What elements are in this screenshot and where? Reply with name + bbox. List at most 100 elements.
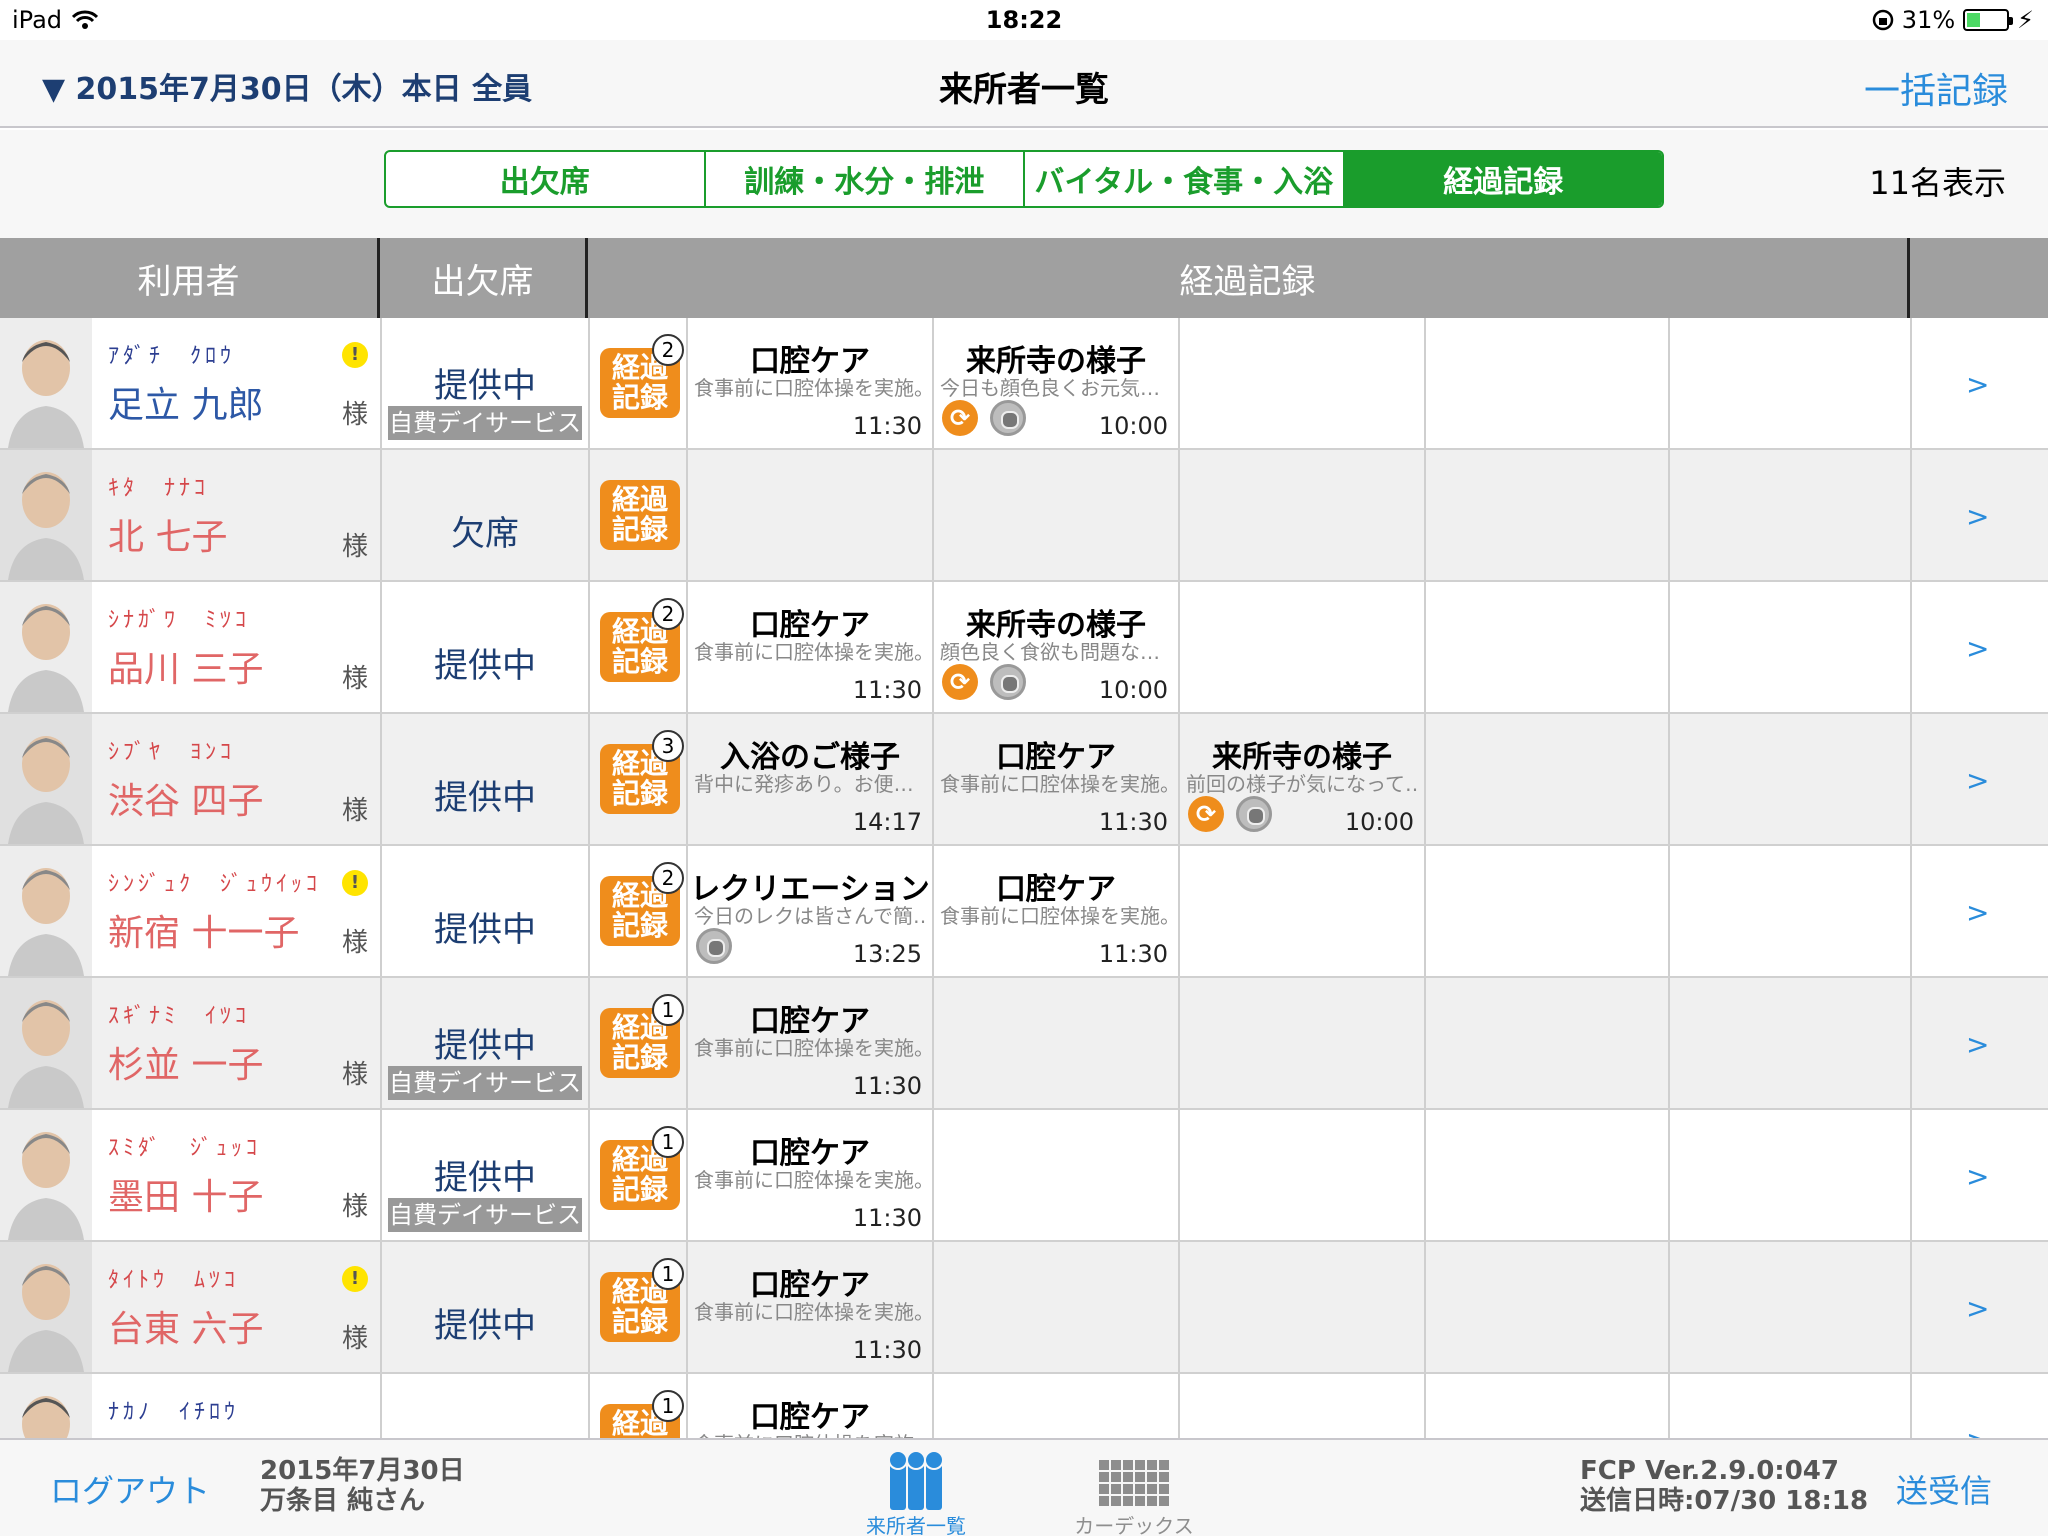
attendance-cell[interactable]: 欠席	[382, 450, 588, 580]
user-name[interactable]: 台東 六子	[108, 1300, 263, 1352]
progress-entry[interactable]: 入浴のご様子 背中に発疹あり。お便… 14:17	[688, 714, 932, 844]
table-row[interactable]: ｽｷﾞﾅﾐ ｲﾂｺ 杉並 一子様提供中 自費デイサービス 経過 記録 1 口腔ケア 食事前に口…	[0, 978, 2048, 1110]
logout-button[interactable]: ログアウト	[50, 1466, 210, 1512]
alert-icon[interactable]: !	[342, 342, 368, 368]
sync-icon[interactable]: ⟳	[942, 400, 978, 436]
row-detail-chevron[interactable]: >	[1966, 896, 1989, 929]
user-name[interactable]: 新宿 十一子	[108, 904, 299, 956]
camera-icon[interactable]	[1236, 796, 1272, 832]
progress-entry[interactable]: 口腔ケア 食事前に口腔体操を実施。 11:30	[934, 714, 1178, 844]
camera-icon[interactable]	[990, 400, 1026, 436]
entry-time: 11:30	[852, 1072, 922, 1100]
column-divider	[1424, 714, 1426, 844]
record-count-badge: 3	[652, 730, 684, 762]
attendance-status: 提供中	[434, 646, 536, 686]
tab-visitor-list[interactable]: 来所者一覧	[846, 1446, 986, 1539]
segment-training[interactable]: 訓練・水分・排泄	[706, 152, 1025, 206]
table-row[interactable]: ｽﾐﾀﾞ ｼﾞｭｯｺ 墨田 十子様提供中 自費デイサービス 経過 記録 1 口腔ケア 食事前に…	[0, 1110, 2048, 1242]
date-filter-dropdown[interactable]: ▼ 2015年7月30日（木）本日 全員	[42, 64, 532, 108]
table-row[interactable]: ｱﾀﾞﾁ ｸﾛｳ 足立 九郎様! 提供中 自費デイサービス 経過 記録 2 口腔ケア 食事前に口…	[0, 318, 2048, 450]
table-row[interactable]: ｼﾌﾞﾔ ﾖﾝｺ 渋谷 四子様提供中 経過 記録 3 入浴のご様子 背中に発疹あり。お便… 1…	[0, 714, 2048, 846]
user-name[interactable]: 杉並 一子	[108, 1036, 263, 1088]
progress-entry[interactable]: 来所寺の様子 顔色良く食欲も問題な… ⟳ 10:00	[934, 582, 1178, 712]
attendance-status: 提供中	[434, 366, 536, 406]
progress-entry[interactable]: 口腔ケア 食事前に口腔体操を実施。 11:30	[688, 1242, 932, 1372]
attendance-cell[interactable]: 提供中	[382, 714, 588, 844]
progress-entry[interactable]: レクリエーション 今日のレクは皆さんで簡… 13:25	[688, 846, 932, 976]
user-name[interactable]: 墨田 十子	[108, 1168, 263, 1220]
attendance-cell[interactable]: 提供中	[382, 1242, 588, 1372]
row-detail-chevron[interactable]: >	[1966, 764, 1989, 797]
segment-progress-record[interactable]: 経過記録	[1344, 152, 1662, 206]
progress-entry[interactable]: 口腔ケア 食事前に口腔体操を実施。 11:30	[688, 978, 932, 1108]
version-label: FCP Ver.2.9.0:047	[1580, 1456, 1839, 1486]
table-row[interactable]: ｼﾝｼﾞｭｸ ｼﾞｭｳｲｯｺ 新宿 十一子様! 提供中 経過 記録 2 レクリエーション 今日…	[0, 846, 2048, 978]
attendance-cell[interactable]: 提供中	[382, 582, 588, 712]
record-button-label-2: 記録	[611, 513, 668, 546]
attendance-cell[interactable]: 提供中	[382, 846, 588, 976]
row-detail-chevron[interactable]: >	[1966, 1292, 1989, 1325]
progress-entry[interactable]: 口腔ケア 食事前に口腔体操を実施。 11:30	[688, 582, 932, 712]
avatar-icon	[0, 450, 92, 580]
progress-entry[interactable]: 口腔ケア食事前に口腔体操を実施。	[688, 1374, 932, 1438]
column-divider	[932, 450, 934, 580]
segment-attendance[interactable]: 出欠席	[386, 152, 706, 206]
status-right: 31% ⚡	[1872, 6, 2034, 34]
attendance-status: 提供中	[434, 1306, 536, 1346]
segment-vitals[interactable]: バイタル・食事・入浴	[1025, 152, 1345, 206]
entry-description: 食事前に口腔体操を実施。	[940, 904, 1172, 928]
avatar-icon	[0, 1242, 92, 1372]
sync-icon[interactable]: ⟳	[1188, 796, 1224, 832]
row-detail-chevron[interactable]: >	[1966, 500, 1989, 533]
entry-time: 10:00	[1098, 412, 1168, 440]
progress-entry[interactable]: 口腔ケア 食事前に口腔体操を実施。 11:30	[688, 318, 932, 448]
send-receive-button[interactable]: 送受信	[1896, 1466, 1992, 1512]
camera-icon[interactable]	[696, 928, 732, 964]
progress-entry[interactable]: 口腔ケア 食事前に口腔体操を実施。 11:30	[688, 1110, 932, 1240]
entry-description: 今日のレクは皆さんで簡…	[694, 904, 926, 928]
alert-icon[interactable]: !	[342, 1266, 368, 1292]
attendance-status: 提供中	[434, 1026, 536, 1066]
row-detail-chevron[interactable]: >	[1966, 1028, 1989, 1061]
row-detail-chevron[interactable]: >	[1966, 632, 1989, 665]
record-button-label-2: 記録	[611, 645, 668, 678]
column-divider	[1910, 1242, 1912, 1372]
row-detail-chevron[interactable]: >	[1966, 1160, 1989, 1193]
column-divider	[1910, 1110, 1912, 1240]
table-row[interactable]: ﾀｲﾄｳ ﾑﾂｺ 台東 六子様! 提供中 経過 記録 1 口腔ケア 食事前に口腔体操を実施。 1…	[0, 1242, 2048, 1374]
camera-icon[interactable]	[990, 664, 1026, 700]
progress-entry[interactable]: 口腔ケア 食事前に口腔体操を実施。 11:30	[934, 846, 1178, 976]
table-row[interactable]: ｼﾅｶﾞﾜ ﾐﾂｺ 品川 三子様提供中 経過 記録 2 口腔ケア 食事前に口腔体操を実施。 1…	[0, 582, 2048, 714]
row-detail-chevron[interactable]: >	[1966, 368, 1989, 401]
progress-record-button[interactable]: 経過記録	[600, 480, 680, 550]
table-row[interactable]: ｷﾀ ﾅﾅｺ 北 七子 様 欠席 経過 記録 >	[0, 450, 2048, 582]
attendance-cell[interactable]: 提供中	[382, 1374, 588, 1438]
avatar	[0, 582, 92, 712]
record-button-cell: 経過記録1	[588, 1374, 686, 1438]
column-divider	[1910, 978, 1912, 1108]
progress-entry[interactable]: 来所寺の様子 前回の様子が気になって… ⟳ 10:00	[1180, 714, 1424, 844]
sync-icon[interactable]: ⟳	[942, 664, 978, 700]
column-divider	[1178, 582, 1180, 712]
user-kana: ｼﾌﾞﾔ ﾖﾝｺ	[108, 740, 236, 765]
column-divider	[1178, 1374, 1180, 1438]
attendance-cell[interactable]: 提供中 自費デイサービス	[382, 318, 588, 448]
user-name[interactable]: 北 七子	[108, 508, 227, 560]
progress-entry[interactable]: 来所寺の様子 今日も顔色良くお元気… ⟳ 10:00	[934, 318, 1178, 448]
table-row[interactable]: ﾅｶﾉ ｲﾁﾛｳ様提供中経過記録1口腔ケア食事前に口腔体操を実施。>	[0, 1374, 2048, 1438]
tab-cardex[interactable]: カーデックス	[1064, 1446, 1204, 1539]
row-detail-chevron[interactable]: >	[1966, 1424, 1989, 1438]
user-name[interactable]: 品川 三子	[108, 640, 263, 692]
segment-bar: 出欠席 訓練・水分・排泄 バイタル・食事・入浴 経過記録 11名表示	[0, 130, 2048, 238]
attendance-cell[interactable]: 提供中 自費デイサービス	[382, 1110, 588, 1240]
user-name[interactable]: 足立 九郎	[108, 376, 263, 428]
record-button-label-2: 記録	[611, 909, 668, 942]
attendance-cell[interactable]: 提供中 自費デイサービス	[382, 978, 588, 1108]
tab-bar: ログアウト 2015年7月30日 万条目 純さん 来所者一覧 カーデックス FC…	[0, 1438, 2048, 1539]
bulk-record-button[interactable]: 一括記録	[1864, 62, 2008, 114]
user-name[interactable]: 渋谷 四子	[108, 772, 263, 824]
record-count-badge: 1	[652, 1126, 684, 1158]
tab-visitor-list-label: 来所者一覧	[866, 1514, 966, 1538]
column-divider	[1424, 450, 1426, 580]
alert-icon[interactable]: !	[342, 870, 368, 896]
